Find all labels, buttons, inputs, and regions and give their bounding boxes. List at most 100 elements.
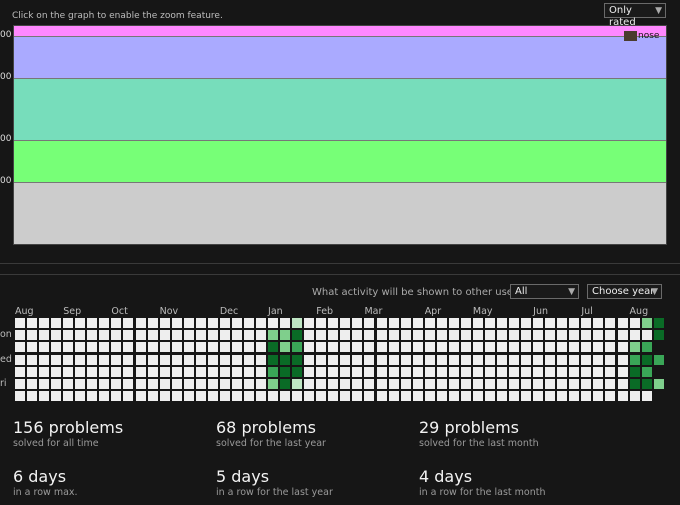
heatmap-cell[interactable] <box>352 379 363 389</box>
heatmap-cell[interactable] <box>533 366 544 377</box>
heatmap-cell[interactable] <box>472 342 483 353</box>
heatmap-cell[interactable] <box>484 366 495 377</box>
heatmap-cell[interactable] <box>147 366 158 377</box>
heatmap-cell[interactable] <box>27 379 38 389</box>
heatmap-cell[interactable] <box>231 366 242 377</box>
heatmap-cell[interactable] <box>75 366 86 377</box>
heatmap-cell[interactable] <box>75 379 86 389</box>
heatmap-cell[interactable] <box>99 391 110 402</box>
heatmap-cell[interactable] <box>557 379 568 389</box>
heatmap-cell[interactable] <box>436 318 447 328</box>
heatmap-cell[interactable] <box>63 366 74 377</box>
heatmap-cell[interactable] <box>39 366 50 377</box>
heatmap-cell[interactable] <box>497 391 507 402</box>
heatmap-cell[interactable] <box>653 318 664 328</box>
heatmap-cell[interactable] <box>521 354 532 365</box>
heatmap-cell[interactable] <box>593 342 604 353</box>
heatmap-cell[interactable] <box>231 330 242 341</box>
heatmap-cell[interactable] <box>545 391 556 402</box>
heatmap-cell[interactable] <box>521 318 532 328</box>
heatmap-cell[interactable] <box>593 366 604 377</box>
heatmap-cell[interactable] <box>316 379 327 389</box>
heatmap-cell[interactable] <box>424 318 435 328</box>
heatmap-cell[interactable] <box>484 330 495 341</box>
heatmap-cell[interactable] <box>39 318 50 328</box>
heatmap-cell[interactable] <box>412 379 423 389</box>
heatmap-cell[interactable] <box>231 391 242 402</box>
heatmap-cell[interactable] <box>641 366 652 377</box>
heatmap-cell[interactable] <box>147 342 158 353</box>
heatmap-cell[interactable] <box>207 342 218 353</box>
heatmap-cell[interactable] <box>135 318 146 328</box>
heatmap-cell[interactable] <box>629 330 640 341</box>
heatmap-cell[interactable] <box>304 379 315 389</box>
heatmap-cell[interactable] <box>207 354 218 365</box>
heatmap-cell[interactable] <box>268 366 279 377</box>
heatmap-cell[interactable] <box>171 391 182 402</box>
heatmap-cell[interactable] <box>641 379 652 389</box>
heatmap-cell[interactable] <box>15 330 25 341</box>
heatmap-cell[interactable] <box>183 366 194 377</box>
heatmap-cell[interactable] <box>509 366 520 377</box>
heatmap-cell[interactable] <box>195 342 206 353</box>
heatmap-cell[interactable] <box>484 318 495 328</box>
heatmap-cell[interactable] <box>219 318 230 328</box>
heatmap-cell[interactable] <box>123 330 134 341</box>
heatmap-cell[interactable] <box>328 366 339 377</box>
heatmap-cell[interactable] <box>424 354 435 365</box>
heatmap-cell[interactable] <box>111 318 122 328</box>
heatmap-cell[interactable] <box>243 379 254 389</box>
heatmap-cell[interactable] <box>135 366 146 377</box>
heatmap-cell[interactable] <box>581 391 592 402</box>
heatmap-cell[interactable] <box>15 318 25 328</box>
heatmap-cell[interactable] <box>533 330 544 341</box>
heatmap-cell[interactable] <box>231 342 242 353</box>
heatmap-cell[interactable] <box>51 330 62 341</box>
heatmap-cell[interactable] <box>27 366 38 377</box>
heatmap-cell[interactable] <box>400 318 411 328</box>
heatmap-cell[interactable] <box>99 342 110 353</box>
heatmap-cell[interactable] <box>304 342 315 353</box>
heatmap-cell[interactable] <box>123 379 134 389</box>
heatmap-cell[interactable] <box>376 342 387 353</box>
heatmap-cell[interactable] <box>147 330 158 341</box>
heatmap-cell[interactable] <box>557 342 568 353</box>
heatmap-cell[interactable] <box>593 379 604 389</box>
heatmap-cell[interactable] <box>328 318 339 328</box>
heatmap-cell[interactable] <box>412 366 423 377</box>
heatmap-cell[interactable] <box>243 318 254 328</box>
heatmap-cell[interactable] <box>412 391 423 402</box>
heatmap-cell[interactable] <box>484 379 495 389</box>
heatmap-cell[interactable] <box>629 342 640 353</box>
heatmap-cell[interactable] <box>364 342 375 353</box>
heatmap-cell[interactable] <box>448 391 459 402</box>
heatmap-cell[interactable] <box>159 366 170 377</box>
heatmap-cell[interactable] <box>39 391 50 402</box>
heatmap-cell[interactable] <box>484 342 495 353</box>
heatmap-cell[interactable] <box>111 342 122 353</box>
heatmap-cell[interactable] <box>340 318 351 328</box>
heatmap-cell[interactable] <box>280 342 291 353</box>
heatmap-cell[interactable] <box>87 330 98 341</box>
heatmap-cell[interactable] <box>111 354 122 365</box>
heatmap-cell[interactable] <box>557 318 568 328</box>
heatmap-cell[interactable] <box>195 391 206 402</box>
heatmap-cell[interactable] <box>448 379 459 389</box>
heatmap-cell[interactable] <box>39 330 50 341</box>
heatmap-cell[interactable] <box>472 330 483 341</box>
heatmap-cell[interactable] <box>472 366 483 377</box>
heatmap-cell[interactable] <box>593 354 604 365</box>
heatmap-cell[interactable] <box>364 318 375 328</box>
heatmap-cell[interactable] <box>641 318 652 328</box>
heatmap-cell[interactable] <box>497 366 507 377</box>
heatmap-cell[interactable] <box>653 379 664 389</box>
heatmap-cell[interactable] <box>509 342 520 353</box>
heatmap-cell[interactable] <box>243 366 254 377</box>
heatmap-cell[interactable] <box>51 391 62 402</box>
heatmap-cell[interactable] <box>569 342 580 353</box>
heatmap-cell[interactable] <box>63 391 74 402</box>
heatmap-cell[interactable] <box>340 391 351 402</box>
heatmap-cell[interactable] <box>388 366 399 377</box>
heatmap-cell[interactable] <box>15 342 25 353</box>
heatmap-cell[interactable] <box>364 366 375 377</box>
